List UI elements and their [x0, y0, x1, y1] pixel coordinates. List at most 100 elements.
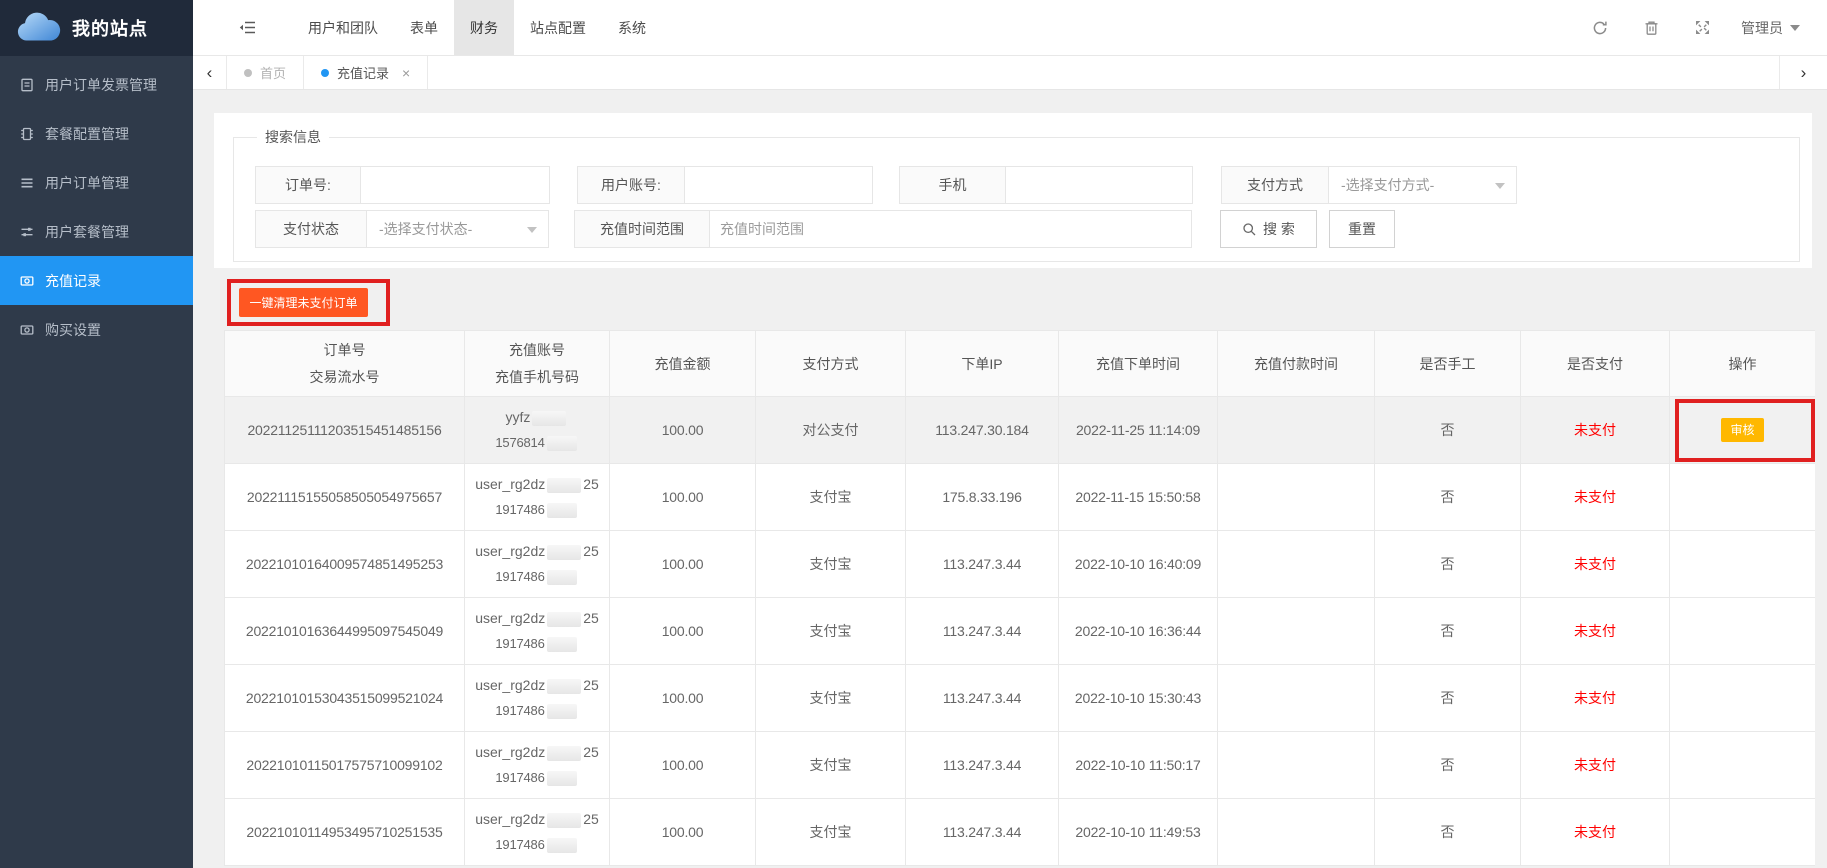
sidebar-item-recharge-records[interactable]: 充值记录 — [0, 256, 193, 305]
cell-ip: 113.247.3.44 — [906, 665, 1059, 732]
col-header-actions: 操作 — [1670, 331, 1816, 397]
pay-method-select[interactable]: -选择支付方式- — [1328, 166, 1517, 204]
site-logo: 我的站点 — [0, 0, 193, 56]
collapse-sidebar-icon[interactable] — [239, 20, 256, 35]
cell-pay-status: 未支付 — [1521, 799, 1670, 866]
cell-account: user_rg2dz25 1917486 — [465, 464, 610, 531]
phone-input[interactable] — [1005, 166, 1193, 204]
col-header-order-no: 订单号交易流水号 — [225, 331, 465, 397]
sidebar-item-package-config[interactable]: 套餐配置管理 — [0, 109, 193, 158]
tab-recharge-records[interactable]: 充值记录 × — [304, 56, 428, 89]
cell-amount: 100.00 — [610, 799, 756, 866]
tabs-scroll-left-icon[interactable]: ‹ — [193, 56, 227, 89]
cell-pay-time — [1218, 464, 1375, 531]
cell-order-no: 20221010114953495710251535 — [225, 799, 465, 866]
tab-bar: ‹ 首页 充值记录 × › — [193, 56, 1827, 90]
cell-pay-status: 未支付 — [1521, 598, 1670, 665]
redaction-blur — [547, 679, 581, 694]
redaction-blur — [547, 570, 577, 585]
order-list-icon — [20, 176, 34, 190]
sidebar-item-user-packages[interactable]: 用户套餐管理 — [0, 207, 193, 256]
time-range-input[interactable] — [709, 210, 1192, 248]
redaction-blur — [547, 637, 577, 652]
cell-is-manual: 否 — [1375, 464, 1521, 531]
sidebar-item-user-orders[interactable]: 用户订单管理 — [0, 158, 193, 207]
col-header-is-manual: 是否手工 — [1375, 331, 1521, 397]
search-row-2: 支付状态 -选择支付状态- 充值时间范围 搜 — [255, 210, 1799, 248]
close-icon[interactable]: × — [402, 65, 410, 81]
cell-order-time: 2022-10-10 15:30:43 — [1059, 665, 1218, 732]
cell-order-no: 20221010115017575710099102 — [225, 732, 465, 799]
nav-item-site-config[interactable]: 站点配置 — [514, 0, 602, 55]
cell-order-no: 20221010153043515099521024 — [225, 665, 465, 732]
cell-pay-status: 未支付 — [1521, 531, 1670, 598]
cell-account: user_rg2dz25 1917486 — [465, 732, 610, 799]
cell-order-time: 2022-10-10 16:36:44 — [1059, 598, 1218, 665]
user-account-label: 用户账号: — [577, 166, 685, 204]
sidebar-item-label: 充值记录 — [45, 271, 101, 291]
cell-pay-status: 未支付 — [1521, 397, 1670, 464]
clear-unpaid-orders-button[interactable]: 一键清理未支付订单 — [239, 288, 368, 317]
admin-dropdown[interactable]: 管理员 — [1741, 18, 1800, 38]
redaction-blur — [547, 545, 581, 560]
redaction-blur — [547, 771, 577, 786]
sidebar-item-purchase-settings[interactable]: 购买设置 — [0, 305, 193, 354]
nav-item-system[interactable]: 系统 — [602, 0, 662, 55]
order-no-group: 订单号: — [255, 166, 550, 204]
table-row: 20221125111203515451485156 yyfz 1576814 … — [225, 397, 1816, 464]
pay-status-select[interactable]: -选择支付状态- — [366, 210, 549, 248]
cell-amount: 100.00 — [610, 598, 756, 665]
package-config-icon — [20, 127, 34, 141]
cell-is-manual: 否 — [1375, 598, 1521, 665]
cell-actions — [1670, 464, 1816, 531]
cell-order-no: 20221115155058505054975657 — [225, 464, 465, 531]
table-row: 20221010164009574851495253 user_rg2dz25 … — [225, 531, 1816, 598]
cloud-logo-icon — [14, 12, 64, 44]
reset-button[interactable]: 重置 — [1329, 210, 1395, 248]
cell-actions — [1670, 732, 1816, 799]
search-legend: 搜索信息 — [257, 127, 329, 147]
nav-item-users-teams[interactable]: 用户和团队 — [292, 0, 394, 55]
redaction-blur — [547, 612, 581, 627]
order-no-input[interactable] — [360, 166, 550, 204]
time-range-label: 充值时间范围 — [574, 210, 710, 248]
order-no-label: 订单号: — [255, 166, 361, 204]
cell-order-time: 2022-10-10 11:49:53 — [1059, 799, 1218, 866]
tab-dot-icon — [321, 69, 329, 77]
fullscreen-icon[interactable] — [1693, 20, 1711, 35]
search-fieldset: 搜索信息 订单号: 用户账号: 手机 支付方式 — [233, 127, 1800, 262]
tab-label: 充值记录 — [337, 63, 389, 82]
audit-button[interactable]: 审核 — [1721, 418, 1763, 442]
banknote-icon — [20, 274, 34, 288]
pay-status-value: -选择支付状态- — [379, 219, 472, 239]
cell-pay-method: 支付宝 — [756, 531, 906, 598]
cell-ip: 113.247.3.44 — [906, 799, 1059, 866]
cell-pay-method: 支付宝 — [756, 732, 906, 799]
redaction-blur — [547, 478, 581, 493]
nav-item-finance[interactable]: 财务 — [454, 0, 514, 55]
search-row-1: 订单号: 用户账号: 手机 支付方式 -选择支付方式- — [255, 166, 1799, 204]
redaction-blur — [547, 503, 577, 518]
time-range-group: 充值时间范围 — [574, 210, 1192, 248]
tab-home[interactable]: 首页 — [227, 56, 304, 89]
col-header-is-paid: 是否支付 — [1521, 331, 1670, 397]
cell-actions: 审核 — [1670, 397, 1816, 464]
cell-ip: 175.8.33.196 — [906, 464, 1059, 531]
cell-pay-time — [1218, 397, 1375, 464]
sidebar-item-user-order-invoice[interactable]: 用户订单发票管理 — [0, 60, 193, 109]
cell-pay-method: 支付宝 — [756, 799, 906, 866]
nav-item-forms[interactable]: 表单 — [394, 0, 454, 55]
chevron-down-icon — [1495, 183, 1505, 194]
tabs-scroll-right-icon[interactable]: › — [1779, 56, 1827, 89]
trash-icon[interactable] — [1642, 20, 1660, 36]
cell-account: user_rg2dz25 1917486 — [465, 598, 610, 665]
refresh-icon[interactable] — [1591, 20, 1609, 36]
table-row: 20221010153043515099521024 user_rg2dz25 … — [225, 665, 1816, 732]
search-icon — [1242, 222, 1256, 236]
redaction-blur — [547, 838, 577, 853]
invoice-icon — [20, 78, 34, 92]
cell-amount: 100.00 — [610, 464, 756, 531]
search-button[interactable]: 搜 索 — [1220, 210, 1317, 248]
cell-pay-time — [1218, 665, 1375, 732]
user-account-input[interactable] — [684, 166, 873, 204]
